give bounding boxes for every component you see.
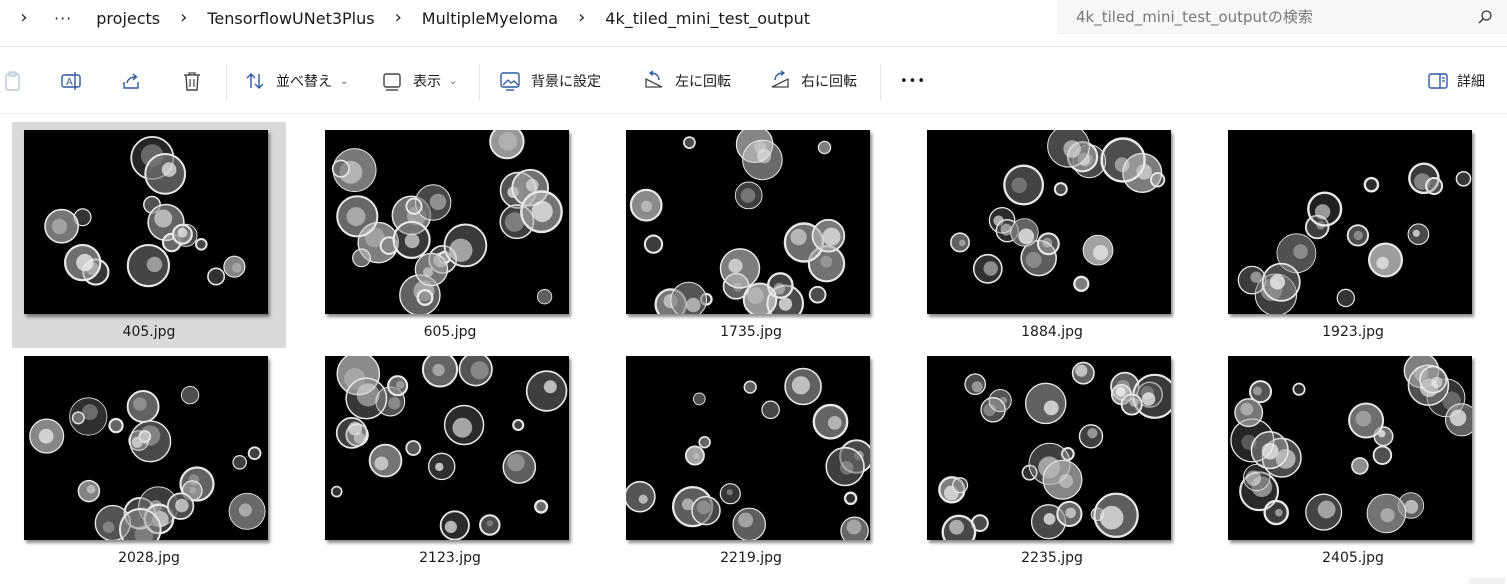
image-thumbnail[interactable] (325, 130, 569, 314)
file-name: 2235.jpg (1021, 550, 1083, 566)
file-grid: 405.jpg 605.jpg 1735.jpg 1884.jpg 1923.j… (0, 114, 1500, 586)
chevron-down-icon: ⌄ (340, 75, 349, 87)
share-icon (123, 73, 139, 89)
rotate-left-icon (645, 70, 663, 88)
svg-text:A: A (66, 77, 73, 88)
rotate-right-icon (771, 70, 789, 88)
more-options-icon: ••• (900, 73, 927, 89)
file-tile[interactable]: 2028.jpg (12, 348, 286, 574)
file-name: 2028.jpg (118, 550, 180, 566)
rename-icon: A (61, 72, 81, 90)
details-pane-icon (1428, 73, 1448, 89)
rotate-left-label: 左に回転 (675, 74, 731, 90)
image-thumbnail[interactable] (626, 356, 870, 540)
delete-button[interactable] (181, 66, 203, 96)
rotate-right-button[interactable]: 右に回転 (769, 66, 857, 96)
address-bar: › ··· projects › TensorflowUNet3Plus › M… (0, 0, 1507, 38)
file-tile[interactable]: 1923.jpg (1216, 122, 1490, 348)
view-icon (383, 73, 401, 91)
more-options-button[interactable]: ••• (900, 66, 926, 96)
divider (0, 46, 1507, 47)
file-name: 1735.jpg (720, 324, 782, 340)
paste-button[interactable] (2, 66, 24, 96)
image-thumbnail[interactable] (325, 356, 569, 540)
scrollbar[interactable] (1469, 578, 1505, 584)
chevron-down-icon: ⌄ (449, 75, 458, 87)
cell-image (1237, 162, 1472, 314)
set-background-button[interactable]: 背景に設定 (499, 66, 601, 96)
cell-image (44, 135, 246, 288)
image-thumbnail[interactable] (626, 130, 870, 314)
rename-button[interactable]: A (60, 66, 82, 96)
cell-image (938, 361, 1171, 540)
file-tile[interactable]: 2405.jpg (1216, 348, 1490, 574)
search-box (1058, 0, 1507, 34)
file-tile[interactable]: 1735.jpg (614, 122, 888, 348)
breadcrumb-separator-icon[interactable]: › (395, 9, 402, 27)
file-name: 405.jpg (122, 324, 176, 340)
image-thumbnail[interactable] (24, 130, 268, 314)
cell-image (1230, 356, 1472, 534)
details-pane-button[interactable]: 詳細 (1427, 66, 1485, 96)
details-label: 詳細 (1457, 74, 1485, 90)
search-input[interactable] (1076, 7, 1456, 26)
file-tile[interactable]: 2235.jpg (915, 348, 1189, 574)
cell-image (626, 367, 870, 540)
rotate-left-button[interactable]: 左に回転 (643, 66, 731, 96)
image-thumbnail[interactable] (1228, 130, 1472, 314)
breadcrumb-item-current-folder[interactable]: 4k_tiled_mini_test_output (599, 9, 816, 28)
breadcrumb-item-projects[interactable]: projects (90, 9, 166, 28)
paste-icon (5, 71, 20, 91)
breadcrumb-separator-icon[interactable]: › (578, 9, 585, 27)
file-name: 1884.jpg (1021, 324, 1083, 340)
cell-image (331, 130, 563, 314)
view-label: 表示 (413, 74, 441, 90)
file-name: 2405.jpg (1322, 550, 1384, 566)
cell-image (949, 130, 1166, 292)
breadcrumb-item-multiplemyeloma[interactable]: MultipleMyeloma (416, 9, 564, 28)
cell-image (330, 356, 568, 540)
toolbar-separator (880, 64, 881, 100)
image-thumbnail[interactable] (927, 130, 1171, 314)
file-name: 2123.jpg (419, 550, 481, 566)
breadcrumb-separator-icon[interactable]: › (180, 9, 187, 27)
desktop-background-icon (500, 72, 520, 91)
view-button[interactable]: 表示 ⌄ (381, 66, 457, 96)
set-background-label: 背景に設定 (531, 74, 601, 90)
file-tile[interactable]: 1884.jpg (915, 122, 1189, 348)
file-tile[interactable]: 2219.jpg (614, 348, 888, 574)
file-tile[interactable]: 405.jpg (12, 122, 286, 348)
more-path-icon[interactable]: ··· (54, 9, 72, 28)
toolbar-separator (226, 64, 227, 100)
sort-button[interactable]: 並べ替え ⌄ (244, 66, 348, 96)
image-thumbnail[interactable] (24, 356, 268, 540)
cell-image (629, 130, 846, 314)
cell-image (29, 385, 266, 540)
command-bar: A 並べ替え ⌄ 表示 ⌄ 背景に設定 左に回転 右に回転 ••• 詳細 (0, 56, 1507, 106)
sort-icon (246, 73, 264, 89)
toolbar-separator (479, 64, 480, 100)
sort-label: 並べ替え (276, 74, 332, 90)
file-tile[interactable]: 605.jpg (313, 122, 587, 348)
file-name: 1923.jpg (1322, 324, 1384, 340)
share-button[interactable] (120, 66, 142, 96)
file-tile[interactable]: 2123.jpg (313, 348, 587, 574)
file-name: 605.jpg (423, 324, 477, 340)
image-thumbnail[interactable] (927, 356, 1171, 540)
search-icon[interactable] (1477, 9, 1493, 25)
file-name: 2219.jpg (720, 550, 782, 566)
breadcrumb: › ··· projects › TensorflowUNet3Plus › M… (0, 0, 1048, 36)
trash-icon (184, 72, 200, 91)
expand-chevron-icon[interactable]: › (14, 9, 34, 27)
rotate-right-label: 右に回転 (801, 74, 857, 90)
breadcrumb-item-tensorflowunet3plus[interactable]: TensorflowUNet3Plus (201, 9, 380, 28)
image-thumbnail[interactable] (1228, 356, 1472, 540)
